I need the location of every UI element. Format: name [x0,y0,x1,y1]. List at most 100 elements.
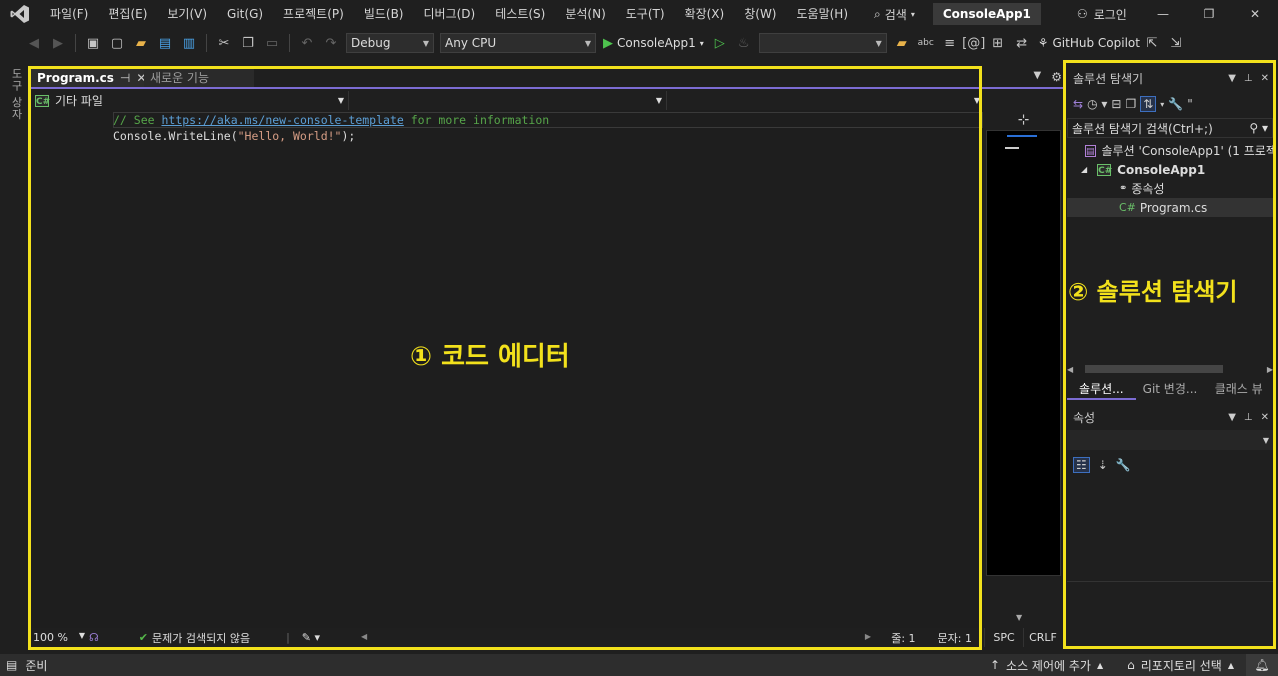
comment-icon[interactable]: ≡ [940,33,960,53]
tree-item-dependencies[interactable]: ⚭ 종속성 [1067,179,1273,198]
menu-test[interactable]: 테스트(S) [485,0,555,28]
chevron-down-icon[interactable]: ▾ [1160,100,1164,109]
panel-dropdown-icon[interactable]: ▼ [1228,73,1236,84]
start-debugging-button[interactable]: ▶ ConsoleApp1 ▾ [603,36,704,51]
expand-triangle-icon[interactable]: ◢ [1081,165,1087,174]
solution-explorer-search-input[interactable]: 솔루션 탐색기 검색(Ctrl+;) ⚲ ▾ [1067,118,1273,138]
menu-build[interactable]: 빌드(B) [354,0,414,28]
paste-icon[interactable]: ▭ [262,33,282,53]
add-to-source-control-button[interactable]: ↑ 소스 제어에 추가 ▲ [978,657,1115,674]
properties-wrench-icon[interactable]: 🔧 [1168,97,1183,111]
tab-program-cs[interactable]: Program.cs ⊣ ✕ [31,68,146,87]
cut-icon[interactable]: ✂ [214,33,234,53]
notifications-bell-icon[interactable]: 🔔︎ [1246,654,1278,676]
project-scope-select[interactable]: C# 기타 파일 ▼ [31,91,349,110]
menu-window[interactable]: 창(W) [734,0,786,28]
switch-views-icon[interactable]: ⇆ [1073,97,1083,111]
tree-item-solution[interactable]: ▤ 솔루션 'ConsoleApp1' (1 프로젝트 [1067,141,1273,160]
github-copilot-button[interactable]: ⚘ GitHub Copilot [1038,36,1140,50]
pin-icon[interactable]: ⊣ [120,71,130,85]
tab-list-dropdown-icon[interactable]: ▼ [1034,70,1042,84]
login-button[interactable]: ⚇ 로그인 [1069,6,1135,23]
folder-view-icon[interactable]: ▰ [892,33,912,53]
show-all-files-icon[interactable]: ❐ [1125,97,1136,111]
feedback-icon[interactable]: ⇲ [1166,33,1186,53]
settings-gear-icon[interactable]: ⚙ [1051,70,1062,84]
redo-icon[interactable]: ↷ [321,33,341,53]
scroll-right-icon[interactable]: ▶ [865,632,871,641]
menu-file[interactable]: 파일(F) [40,0,98,28]
scroll-thumb[interactable] [1085,365,1224,373]
pin-icon[interactable]: ⊥ [1244,412,1253,423]
configuration-select[interactable]: Debug ▼ [346,33,434,53]
sync-active-document-icon[interactable]: ⇅ [1140,96,1157,112]
add-item-icon[interactable]: ▢ [107,33,127,53]
tree-item-project[interactable]: ◢ C# ConsoleApp1 [1067,160,1273,179]
issues-indicator[interactable]: ✔ 문제가 검색되지 않음 [139,630,250,646]
brackets-icon[interactable]: [@] [962,33,985,53]
spell-check-icon[interactable]: abc [916,33,936,53]
type-scope-select[interactable]: ▼ [349,91,667,110]
more-options-icon[interactable]: " [1187,97,1193,111]
property-pages-icon[interactable]: 🔧 [1116,458,1131,472]
solution-explorer-hscrollbar[interactable]: ◀ ▶ [1067,363,1273,375]
live-share-icon[interactable]: ⇄ [1012,33,1032,53]
alphabetical-sort-icon[interactable]: ⇣ [1098,458,1108,472]
collapse-all-icon[interactable]: ⊟ [1111,97,1121,111]
scroll-down-icon[interactable]: ▼ [1016,613,1022,622]
new-project-icon[interactable]: ▣ [83,33,103,53]
zoom-select[interactable]: 100 % ▼ [31,631,89,644]
member-scope-select[interactable]: ▼ [667,91,984,110]
menu-debug[interactable]: 디버그(D) [414,0,486,28]
restore-button[interactable]: ❐ [1186,0,1232,28]
close-icon[interactable]: ✕ [1261,412,1269,423]
pending-changes-icon[interactable]: ◷ ▾ [1087,97,1107,111]
save-icon[interactable]: ▤ [155,33,175,53]
tab-class-view[interactable]: 클래스 뷰 [1204,378,1273,400]
save-all-icon[interactable]: ▥ [179,33,199,53]
categorized-icon[interactable]: ☷ [1073,457,1090,473]
minimize-button[interactable]: — [1140,0,1186,28]
select-repository-button[interactable]: ⌂ 리포지토리 선택 ▲ [1115,657,1246,674]
debug-target-select[interactable]: ▼ [758,33,887,53]
code-line-2[interactable]: Console.WriteLine("Hello, World!"); [113,129,355,143]
toolbox-tab[interactable]: 도구 상자 [8,68,24,121]
line-ending-indicator[interactable]: CRLF [1023,628,1062,647]
whitespace-indicator[interactable]: SPC [984,628,1023,647]
menu-view[interactable]: 보기(V) [157,0,217,28]
tab-git-changes[interactable]: Git 변경... [1136,378,1205,400]
menu-help[interactable]: 도움말(H) [787,0,859,28]
hot-reload-icon[interactable]: ♨ [734,33,754,53]
tab-solution-explorer[interactable]: 솔루션... [1067,378,1136,400]
output-icon[interactable]: ▤ [6,658,17,672]
properties-object-select[interactable]: ▼ [1067,430,1273,450]
search-menu[interactable]: ⌕ 검색 ▾ [864,0,925,28]
menu-extensions[interactable]: 확장(X) [675,0,735,28]
tree-item-program-cs[interactable]: C# Program.cs [1067,198,1273,217]
menu-project[interactable]: 프로젝트(P) [273,0,354,28]
pin-icon[interactable]: ⊥ [1244,73,1253,84]
minimap-view[interactable] [986,130,1061,576]
undo-icon[interactable]: ↶ [297,33,317,53]
copy-icon[interactable]: ❐ [238,33,258,53]
navigate-forward-icon[interactable]: ▶ [48,33,68,53]
navigate-back-icon[interactable]: ◀ [24,33,44,53]
code-comment-link[interactable]: https://aka.ms/new-console-template [161,113,403,127]
code-cleanup-icon[interactable]: ✎ ▾ [302,631,320,644]
scroll-left-icon[interactable]: ◀ [361,632,367,641]
start-without-debugging-icon[interactable]: ▷ [710,33,730,53]
close-window-button[interactable]: ✕ [1232,0,1278,28]
close-icon[interactable]: ✕ [1261,73,1269,84]
layout-icon[interactable]: ⊞ [988,33,1008,53]
share-icon[interactable]: ⇱ [1142,33,1162,53]
menu-git[interactable]: Git(G) [217,0,273,28]
split-editor-icon[interactable]: ⊹ [986,110,1061,130]
tab-whats-new[interactable]: 새로운 기능 [144,68,254,87]
horizontal-scrollbar[interactable]: ◀ ▶ [361,632,871,642]
editor-minimap[interactable]: ⊹ ▼ [986,110,1062,628]
open-folder-icon[interactable]: ▰ [131,33,151,53]
scroll-right-icon[interactable]: ▶ [1267,365,1273,374]
code-line-1[interactable]: // See https://aka.ms/new-console-templa… [113,113,549,127]
intellicode-icon[interactable]: ☊ [89,631,99,644]
panel-dropdown-icon[interactable]: ▼ [1228,412,1236,423]
